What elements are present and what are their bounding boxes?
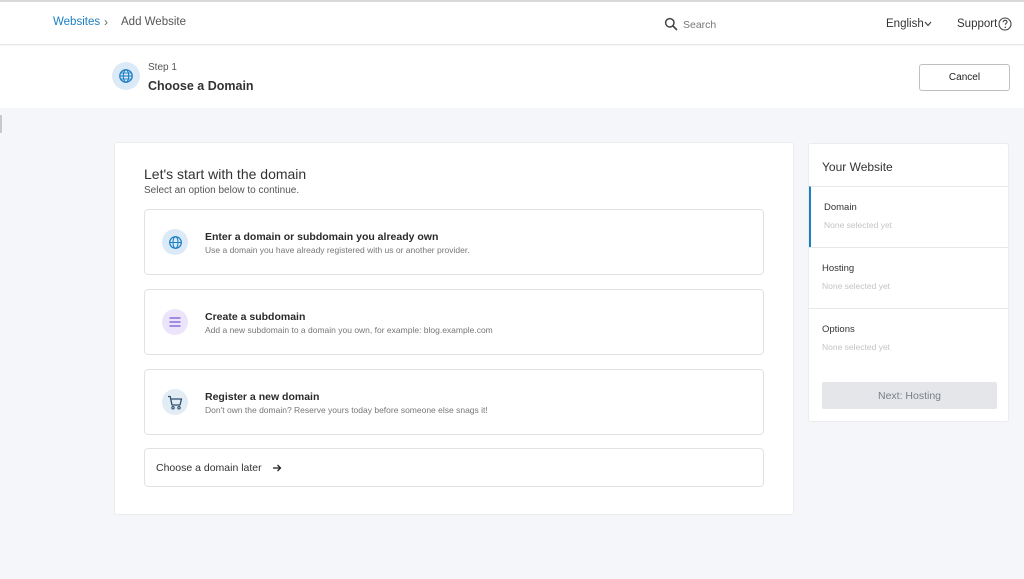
choose-domain-later-label: Choose a domain later xyxy=(156,462,262,474)
summary-row-value: None selected yet xyxy=(822,342,891,352)
cart-icon xyxy=(168,395,183,410)
summary-row-label: Domain xyxy=(824,202,857,213)
chevron-down-icon[interactable] xyxy=(924,21,932,27)
panel-subtitle: Select an option below to continue. xyxy=(144,185,300,196)
summary-row-value: None selected yet xyxy=(824,220,893,230)
search-icon xyxy=(664,17,678,31)
option-title: Create a subdomain xyxy=(205,311,306,323)
option-icon-badge xyxy=(162,389,188,415)
step-badge xyxy=(112,62,140,90)
your-website-summary: Your Website Domain None selected yet Ho… xyxy=(808,143,1009,422)
option-create-subdomain[interactable]: Create a subdomain Add a new subdomain t… xyxy=(144,289,764,355)
option-icon-badge xyxy=(162,309,188,335)
breadcrumb-current: Add Website xyxy=(121,16,186,28)
option-icon-badge xyxy=(162,229,188,255)
step-number: Step 1 xyxy=(148,62,177,73)
option-description: Use a domain you have already registered… xyxy=(205,245,470,255)
globe-icon xyxy=(119,69,133,83)
summary-row-options: Options None selected yet xyxy=(809,308,1008,369)
globe-icon xyxy=(168,235,182,249)
list-icon xyxy=(169,317,181,327)
choose-domain-later-button[interactable]: Choose a domain later xyxy=(144,448,764,487)
top-navigation: Websites › Add Website English Support xyxy=(0,0,1024,45)
summary-row-label: Hosting xyxy=(822,263,855,274)
help-icon[interactable] xyxy=(998,17,1012,31)
left-edge-marker xyxy=(0,115,2,133)
summary-row-label: Options xyxy=(822,324,855,335)
summary-title: Your Website xyxy=(822,160,893,174)
breadcrumb-separator: › xyxy=(104,15,108,29)
search-input[interactable] xyxy=(683,15,858,34)
arrow-right-icon xyxy=(273,464,282,472)
cancel-button[interactable]: Cancel xyxy=(919,64,1010,91)
step-header: Step 1 Choose a Domain Cancel xyxy=(0,46,1024,108)
language-selector[interactable]: English xyxy=(886,18,924,30)
next-hosting-button[interactable]: Next: Hosting xyxy=(822,382,997,409)
breadcrumb-websites-link[interactable]: Websites xyxy=(53,16,100,28)
option-register-domain[interactable]: Register a new domain Don't own the doma… xyxy=(144,369,764,435)
domain-options-panel: Let's start with the domain Select an op… xyxy=(114,142,794,515)
option-description: Add a new subdomain to a domain you own,… xyxy=(205,325,493,335)
panel-title: Let's start with the domain xyxy=(144,166,307,182)
support-link[interactable]: Support xyxy=(957,18,997,30)
step-title: Choose a Domain xyxy=(148,79,254,93)
option-description: Don't own the domain? Reserve yours toda… xyxy=(205,405,488,415)
summary-row-value: None selected yet xyxy=(822,281,891,291)
summary-row-domain: Domain None selected yet xyxy=(809,186,1008,247)
option-existing-domain[interactable]: Enter a domain or subdomain you already … xyxy=(144,209,764,275)
summary-row-hosting: Hosting None selected yet xyxy=(809,247,1008,308)
option-title: Enter a domain or subdomain you already … xyxy=(205,231,439,243)
option-title: Register a new domain xyxy=(205,391,320,403)
search-box[interactable] xyxy=(656,12,868,37)
